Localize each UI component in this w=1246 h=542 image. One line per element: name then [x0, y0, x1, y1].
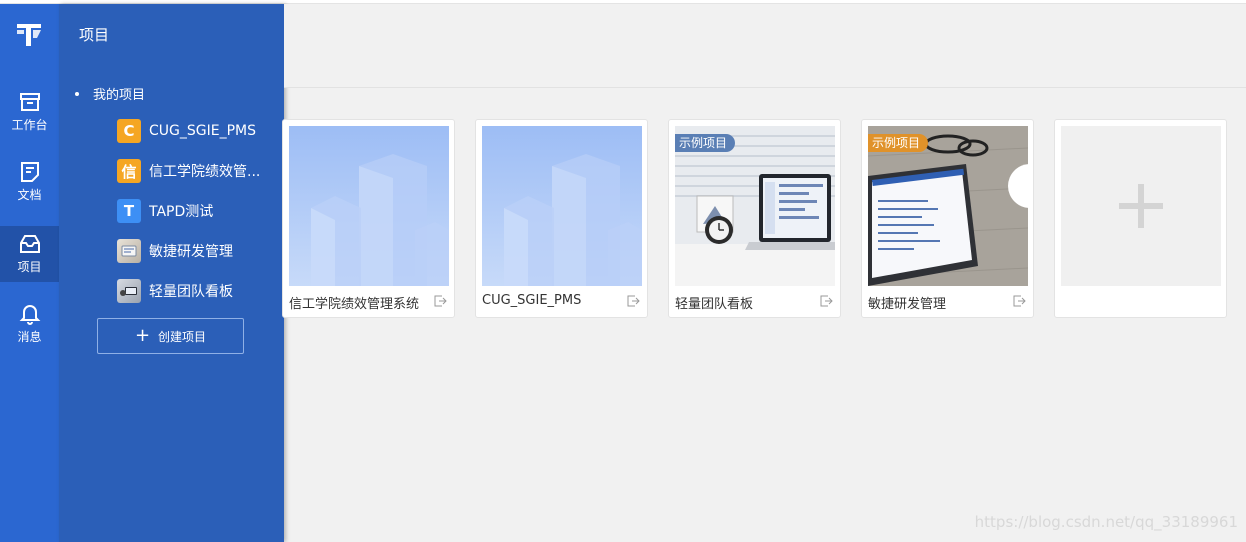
- project-cover-image: [482, 126, 642, 286]
- rail-label-messages: 消息: [17, 330, 42, 344]
- rail-item-messages[interactable]: 消息: [0, 296, 59, 352]
- project-card-name: 轻量团队看板: [675, 297, 754, 312]
- project-card-name: CUG_SGIE_PMS: [482, 293, 582, 308]
- project-card-name: 信工学院绩效管理系统: [289, 297, 420, 312]
- my-projects-label: 我的项目: [93, 88, 146, 103]
- tapd-logo-icon[interactable]: [15, 22, 43, 48]
- project-card-kanban[interactable]: 示例项目 轻量团队看板: [668, 119, 841, 318]
- exit-icon[interactable]: [819, 294, 833, 308]
- watermark: https://blog.csdn.net/qq_33189961: [974, 513, 1238, 531]
- rail-label-projects: 项目: [17, 260, 42, 274]
- project-thumbnail-icon: [117, 239, 141, 263]
- bullet-dot: [75, 91, 79, 96]
- create-project-button[interactable]: + 创建项目: [97, 318, 244, 354]
- inbox-tray-icon: [19, 93, 40, 111]
- exit-icon[interactable]: [433, 294, 447, 308]
- project-thumbnail-icon: [117, 279, 141, 303]
- sample-project-tag: 示例项目: [675, 134, 736, 152]
- project-item-xingong[interactable]: 信 信工学院绩效管...: [117, 159, 277, 183]
- project-name: 轻量团队看板: [149, 284, 233, 300]
- exit-icon[interactable]: [1012, 294, 1026, 308]
- rail-label-docs: 文档: [17, 188, 42, 202]
- project-card-xingong[interactable]: 信工学院绩效管理系统: [282, 119, 455, 318]
- project-cover-image: [289, 126, 449, 286]
- document-icon: [20, 162, 39, 182]
- exit-icon[interactable]: [626, 294, 640, 308]
- rail-label-workbench: 工作台: [11, 118, 48, 132]
- icon-rail: 工作台 文档 项目 消息: [0, 4, 59, 542]
- plus-icon: [1119, 184, 1163, 228]
- project-badge: T: [117, 199, 141, 223]
- project-name: CUG_SGIE_PMS: [149, 123, 256, 139]
- create-project-label: 创建项目: [158, 329, 207, 344]
- project-name: TAPD测试: [149, 204, 214, 220]
- project-name: 信工学院绩效管...: [149, 164, 261, 180]
- project-item-cug-sgie-pms[interactable]: C CUG_SGIE_PMS: [117, 119, 277, 143]
- panel-title: 项目: [79, 26, 110, 44]
- project-card-cug[interactable]: CUG_SGIE_PMS: [475, 119, 648, 318]
- project-cover-image: 示例项目: [675, 126, 835, 286]
- project-box-icon: [19, 235, 40, 253]
- add-project-area: [1061, 126, 1221, 286]
- rail-item-projects[interactable]: 项目: [0, 226, 59, 282]
- project-item-tapd-test[interactable]: T TAPD测试: [117, 199, 277, 223]
- rail-item-workbench[interactable]: 工作台: [0, 84, 59, 140]
- project-item-kanban[interactable]: 轻量团队看板: [117, 279, 277, 303]
- project-item-agile[interactable]: 敏捷研发管理: [117, 239, 277, 263]
- project-badge: 信: [117, 159, 141, 183]
- plus-icon: +: [134, 325, 151, 346]
- project-badge: C: [117, 119, 141, 143]
- project-card-name: 敏捷研发管理: [868, 297, 947, 312]
- project-cover-image: 示例项目: [868, 126, 1028, 286]
- add-project-card[interactable]: [1054, 119, 1227, 318]
- sample-project-tag: 示例项目: [868, 134, 929, 152]
- rail-item-docs[interactable]: 文档: [0, 154, 59, 210]
- main-header: [284, 4, 1246, 88]
- my-projects-section[interactable]: 我的项目: [75, 84, 145, 103]
- bell-icon: [19, 305, 40, 325]
- project-panel: 项目 我的项目 C CUG_SGIE_PMS 信 信工学院绩效管... T TA…: [59, 4, 284, 542]
- project-card-agile[interactable]: 示例项目 敏捷研发管理: [861, 119, 1034, 318]
- project-name: 敏捷研发管理: [149, 244, 233, 260]
